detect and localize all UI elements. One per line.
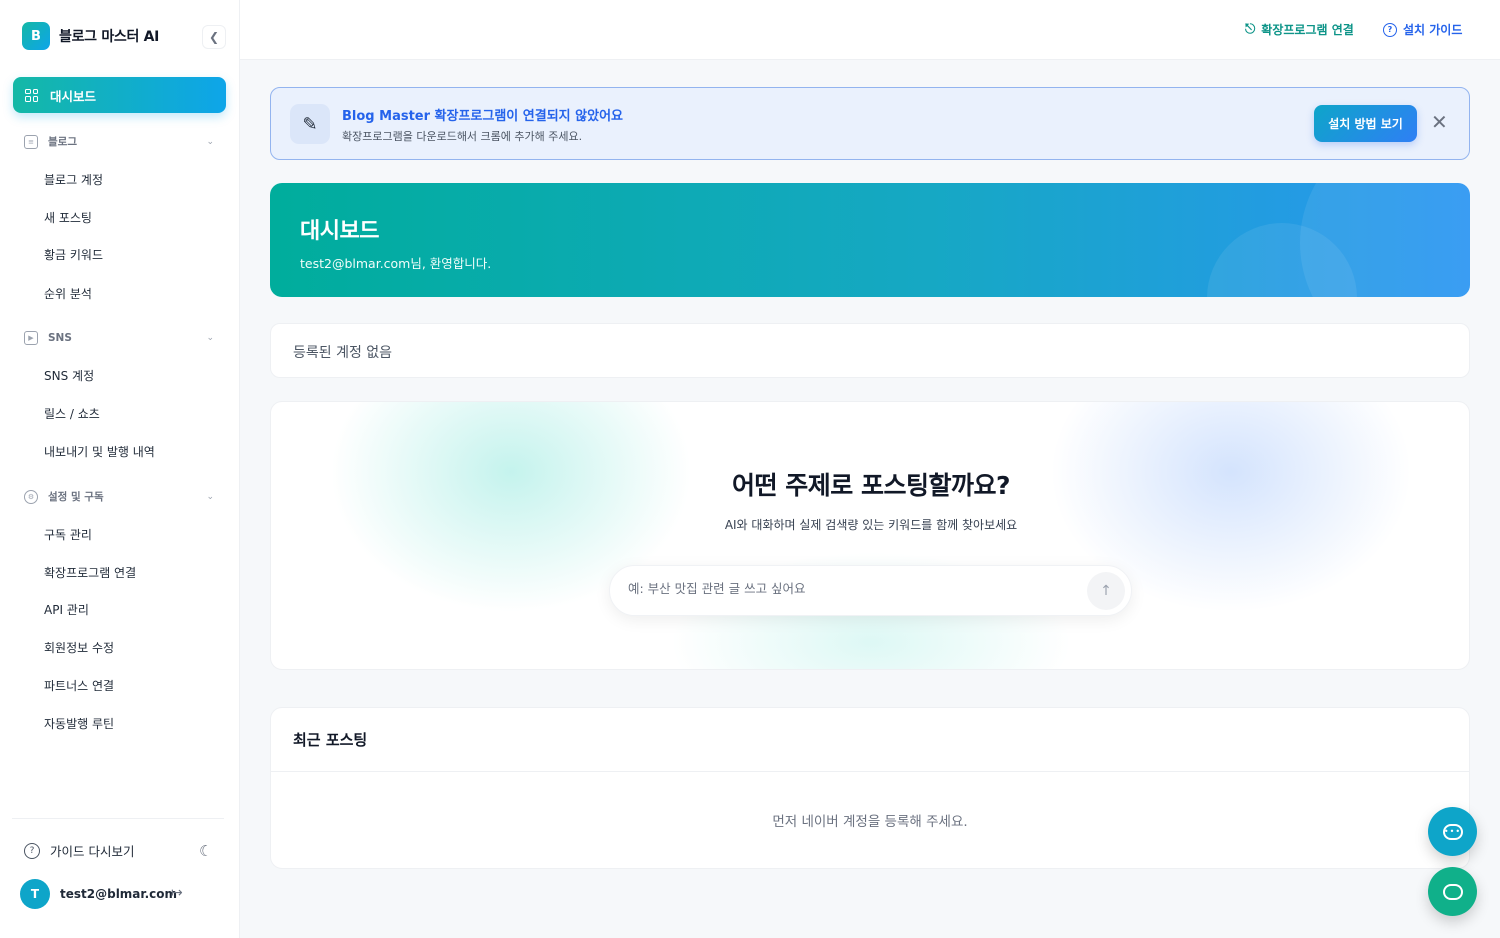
topic-input-wrapper: ↑ [609,565,1132,616]
sidebar-group-label: 설정 및 구독 [48,491,104,503]
welcome-message: test2@blmar.com님, 환영합니다. [300,256,492,271]
sidebar-item-sns-account[interactable]: SNS 계정 [44,367,94,384]
moon-icon[interactable]: ☾ [199,842,212,860]
user-email: test2@blmar.com [60,887,178,901]
recent-posts-card: 최근 포스팅 먼저 네이버 계정을 등록해 주세요. [270,707,1470,869]
brand-name: 블로그 마스터 AI [59,29,160,45]
sidebar-item-profile[interactable]: 회원정보 수정 [44,639,114,656]
sidebar-item-golden-keyword[interactable]: 황금 키워드 [44,246,103,263]
arrow-up-icon: ↑ [1100,583,1112,599]
sidebar-item-blog-account[interactable]: 블로그 계정 [44,171,103,188]
install-guide-link[interactable]: ? 설치 가이드 [1383,21,1462,38]
account-status-card[interactable]: 등록된 계정 없음 [270,323,1470,378]
message-bubble-icon [1442,883,1463,900]
prompt-subtitle: AI와 대화하며 실제 검색량 있는 키워드를 함께 찾아보세요 [724,518,1018,532]
sidebar-item-reels-shorts[interactable]: 릴스 / 쇼츠 [44,405,100,422]
topic-prompt-card: 어떤 주제로 포스팅할까요? AI와 대화하며 실제 검색량 있는 키워드를 함… [270,401,1470,670]
sidebar-group-sns[interactable]: ▶ SNS ⌄ [24,331,214,345]
sidebar-divider [12,818,224,819]
sidebar-item-subscription[interactable]: 구독 관리 [44,526,92,543]
extension-banner: ✎ Blog Master 확장프로그램이 연결되지 않았어요 확장프로그램을 … [270,87,1470,160]
guide-replay-button[interactable]: ? 가이드 다시보기 [24,841,134,860]
divider [271,771,1469,772]
help-icon: ? [24,842,40,859]
brand-logo: B [22,22,50,50]
sidebar-item-rank-analysis[interactable]: 순위 분석 [44,285,92,302]
chat-dots-icon: ••• [1442,823,1463,840]
sidebar-group-label: 블로그 [48,136,77,148]
topic-input[interactable] [628,581,1068,596]
extension-connect-link[interactable]: ⎋ 확장프로그램 연결 [1245,21,1354,38]
gear-icon: ⚙ [24,489,38,504]
install-guide-label: 설치 가이드 [1403,23,1463,37]
send-button[interactable]: ↑ [1087,572,1125,610]
sidebar-item-dashboard[interactable]: 대시보드 [13,77,226,113]
help-icon: ? [1383,22,1397,37]
collapse-sidebar-button[interactable]: ❮ [202,25,226,49]
sidebar-item-api[interactable]: API 관리 [44,601,89,618]
install-guide-button[interactable]: 설치 방법 보기 [1314,105,1417,142]
sidebar-item-auto-publish[interactable]: 자동발행 루틴 [44,715,114,732]
extension-connect-label: 확장프로그램 연결 [1261,23,1354,37]
sidebar-item-partners[interactable]: 파트너스 연결 [44,677,114,694]
page-title: 대시보드 [300,219,379,244]
topbar: ⎋ 확장프로그램 연결 ? 설치 가이드 [240,0,1500,60]
plug-icon: ⎋ [1245,22,1256,37]
chevron-down-icon: ⌄ [206,491,214,502]
dashboard-hero: 대시보드 test2@blmar.com님, 환영합니다. [270,183,1470,297]
chevron-down-icon: ⌄ [206,136,214,147]
sidebar-group-settings[interactable]: ⚙ 설정 및 구독 ⌄ [24,489,214,504]
chevron-left-icon: ❮ [208,30,220,44]
sidebar-group-blog[interactable]: ≡ 블로그 ⌄ [24,134,214,149]
sidebar-group-label: SNS [48,332,72,344]
guide-replay-label: 가이드 다시보기 [50,844,135,859]
message-button[interactable] [1428,867,1477,916]
sidebar-item-extension[interactable]: 확장프로그램 연결 [44,564,136,581]
chat-support-button[interactable]: ••• [1428,807,1477,856]
sidebar-item-new-post[interactable]: 새 포스팅 [44,209,92,226]
play-icon: ▶ [24,331,38,345]
recent-posts-title: 최근 포스팅 [293,731,368,749]
sidebar-item-label: 대시보드 [50,88,97,104]
avatar: T [20,879,50,909]
sidebar: B 블로그 마스터 AI ❮ 대시보드 ≡ 블로그 ⌄ 블로그 계정 새 포스팅… [0,0,240,938]
empty-state-message: 먼저 네이버 계정을 등록해 주세요. [772,814,968,830]
brand[interactable]: B 블로그 마스터 AI [22,22,159,50]
user-profile[interactable]: T test2@blmar.com [20,879,177,909]
banner-title: Blog Master 확장프로그램이 연결되지 않았어요 [342,109,623,124]
prompt-title: 어떤 주제로 포스팅할까요? [732,471,1010,500]
puzzle-icon: ✎ [290,104,330,144]
close-icon[interactable]: ✕ [1431,110,1448,134]
logout-icon[interactable]: ↦ [171,885,183,901]
dashboard-grid-icon [25,88,38,102]
document-icon: ≡ [24,134,38,149]
banner-description: 확장프로그램을 다운로드해서 크롬에 추가해 주세요. [342,130,583,143]
chevron-down-icon: ⌄ [206,333,214,343]
account-status-text: 등록된 계정 없음 [293,345,393,361]
sidebar-item-export-history[interactable]: 내보내기 및 발행 내역 [44,443,155,460]
